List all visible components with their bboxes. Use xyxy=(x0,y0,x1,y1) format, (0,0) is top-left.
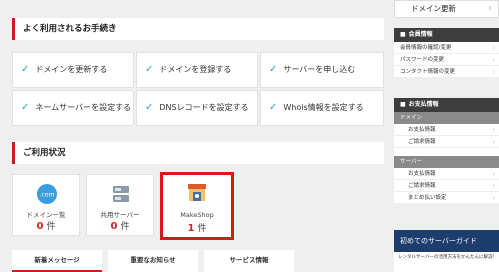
nameserver-label: ネームサーバーを設定する xyxy=(35,103,132,112)
dns-record-link[interactable]: ✓ DNSレコードを設定する xyxy=(136,90,258,126)
svg-text:.com: .com xyxy=(40,192,55,199)
tab-service-info[interactable]: サービス情報 xyxy=(204,250,294,272)
domain-list-count: 0件 xyxy=(36,221,56,232)
bulk-payment-link[interactable]: まとめ払い設定 › xyxy=(394,192,499,204)
register-domain-link[interactable]: ✓ ドメインを登録する xyxy=(136,52,258,88)
server-icon xyxy=(113,186,129,202)
sidebar: ドメイン更新 › ■ 会員情報 会員情報の確認/変更 › パスワードの変更 › コンタ… xyxy=(394,0,499,272)
check-icon: ✓ xyxy=(145,64,154,75)
main-content: よく利用されるお手続き ✓ ドメインを更新する ✓ ドメインを登録する ✓ サーバーを… xyxy=(0,0,385,272)
password-change-link[interactable]: パスワードの変更 › xyxy=(394,54,499,66)
domain-list-label: ドメイン一覧 xyxy=(26,211,66,219)
domain-renew-label: ドメイン更新 xyxy=(411,4,456,13)
dns-record-label: DNSレコードを設定する xyxy=(159,103,249,112)
chevron-right-icon: › xyxy=(492,138,495,146)
domain-list-tile[interactable]: .com ドメイン一覧 0件 xyxy=(12,174,80,236)
domain-category: ドメイン xyxy=(394,112,499,124)
check-icon: ✓ xyxy=(269,64,278,75)
check-icon: ✓ xyxy=(145,102,154,113)
shop-icon xyxy=(188,184,206,201)
member-info-link[interactable]: 会員情報の確認/変更 › xyxy=(394,42,499,54)
usage-title: ご利用状況 xyxy=(12,142,384,164)
shared-server-tile[interactable]: 共用サーバー 0件 xyxy=(86,174,154,236)
chevron-right-icon: › xyxy=(492,56,495,64)
register-domain-label: ドメインを登録する xyxy=(159,65,232,74)
renew-domain-link[interactable]: ✓ ドメインを更新する xyxy=(12,52,134,88)
whois-link[interactable]: ✓ Whois情報を設定する xyxy=(260,90,384,126)
usage-panel: ご利用状況 xyxy=(12,142,384,164)
server-billing-link[interactable]: ご請求情報 › xyxy=(394,180,499,192)
chevron-right-icon: › xyxy=(488,3,492,14)
chevron-right-icon: › xyxy=(492,182,495,190)
domain-payment-link[interactable]: お支払情報 › xyxy=(394,124,499,136)
payment-info-title: ■ お支払情報 xyxy=(394,98,499,112)
server-guide-title: 初めてのサーバーガイド xyxy=(394,230,499,252)
apply-server-link[interactable]: ✓ サーバーを申し込む xyxy=(260,52,384,88)
domain-renew-button[interactable]: ドメイン更新 › xyxy=(394,0,499,18)
shared-server-count: 0件 xyxy=(110,221,130,232)
tab-important-notices[interactable]: 重要なお知らせ xyxy=(108,250,198,272)
domain-billing-link[interactable]: ご請求情報 › xyxy=(394,136,499,148)
chevron-right-icon: › xyxy=(492,68,495,76)
server-guide-text: レンタルサーバーの活用方法をかんたんに解説! xyxy=(398,255,495,260)
nameserver-link[interactable]: ✓ ネームサーバーを設定する xyxy=(12,90,134,126)
check-icon: ✓ xyxy=(269,102,278,113)
chevron-right-icon: › xyxy=(492,170,495,178)
whois-label: Whois情報を設定する xyxy=(283,103,364,112)
frequent-title: よく利用されるお手続き xyxy=(12,18,384,40)
server-payment-link[interactable]: お支払情報 › xyxy=(394,168,499,180)
member-info-title: ■ 会員情報 xyxy=(394,28,499,42)
user-icon: ■ xyxy=(400,31,406,38)
message-tabs: 新着メッセージ 重要なお知らせ サービス情報 xyxy=(12,250,384,272)
shared-server-label: 共用サーバー xyxy=(100,211,140,219)
dotcom-icon: .com xyxy=(37,184,57,204)
chevron-right-icon: › xyxy=(492,126,495,134)
contact-change-link[interactable]: コンタクト情報の変更 › xyxy=(394,66,499,78)
tab-new-messages[interactable]: 新着メッセージ xyxy=(12,250,102,272)
makeshop-count: 1件 xyxy=(187,223,207,234)
server-category: サーバー xyxy=(394,156,499,168)
chevron-right-icon: › xyxy=(492,194,495,202)
server-guide-banner[interactable]: 初めてのサーバーガイド レンタルサーバーの活用方法をかんたんに解説! xyxy=(394,230,499,272)
chevron-right-icon: › xyxy=(492,44,495,52)
makeshop-label: MakeShop xyxy=(180,211,214,219)
check-icon: ✓ xyxy=(21,64,30,75)
check-icon: ✓ xyxy=(21,102,30,113)
wallet-icon: ■ xyxy=(400,101,406,108)
member-info-box: ■ 会員情報 会員情報の確認/変更 › パスワードの変更 › コンタクト情報の変更 › xyxy=(394,28,499,78)
payment-info-box: ■ お支払情報 ドメイン お支払情報 › ご請求情報 › サーバー お支払情報 › ご請… xyxy=(394,98,499,204)
renew-domain-label: ドメインを更新する xyxy=(35,65,108,74)
frequent-panel: よく利用されるお手続き xyxy=(12,18,384,40)
makeshop-tile[interactable]: MakeShop 1件 xyxy=(160,172,234,240)
apply-server-label: サーバーを申し込む xyxy=(283,65,356,74)
